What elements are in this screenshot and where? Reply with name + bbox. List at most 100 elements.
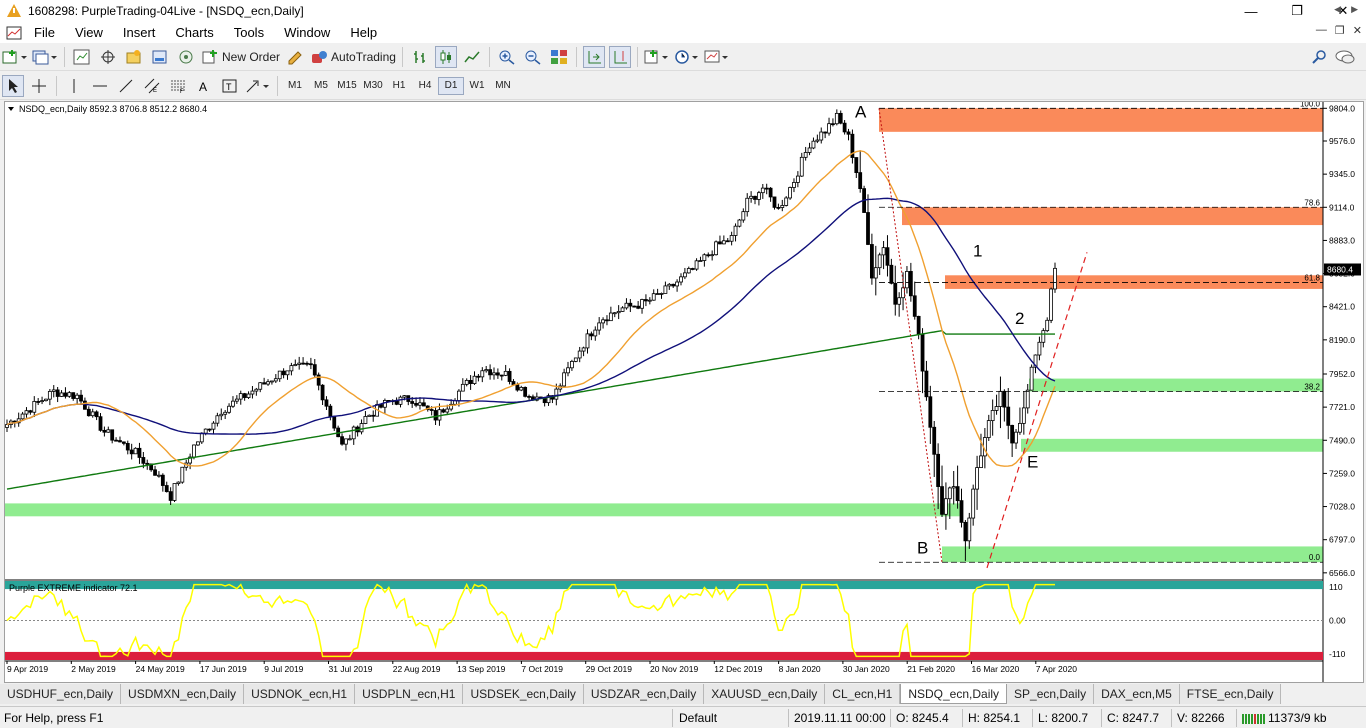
candle — [1025, 389, 1030, 409]
candle — [901, 287, 905, 299]
candle — [792, 182, 796, 188]
tester-icon[interactable] — [175, 46, 197, 68]
candle — [254, 388, 259, 392]
maximize-button[interactable]: ❐ — [1274, 0, 1320, 22]
candle — [234, 398, 239, 402]
chart-tab[interactable]: DAX_ecn,M5 — [1094, 684, 1180, 704]
mdi-minimize-button[interactable]: — — [1316, 24, 1327, 37]
line-chart-icon[interactable] — [461, 46, 483, 68]
chart-tab[interactable]: CL_ecn,H1 — [825, 684, 901, 704]
candle — [916, 315, 921, 335]
templates-button[interactable] — [704, 46, 730, 68]
arrows-button[interactable] — [245, 75, 271, 97]
wave-label-1: 1 — [973, 242, 982, 261]
search-icon[interactable] — [1308, 46, 1330, 68]
fib-trendline — [878, 108, 943, 563]
tab-scroll-left-icon[interactable]: ◀ — [1334, 4, 1341, 15]
minimize-button[interactable]: — — [1228, 0, 1274, 22]
chart-tab[interactable]: NSDQ_ecn,Daily — [900, 684, 1008, 704]
text-label-icon[interactable]: T — [219, 75, 241, 97]
periods-button[interactable] — [674, 46, 700, 68]
timeframe-w1[interactable]: W1 — [464, 77, 490, 95]
candle — [172, 483, 177, 501]
wave-label-e: E — [1027, 453, 1038, 472]
chart-tab[interactable]: USDNOK_ecn,H1 — [244, 684, 356, 704]
menu-window[interactable]: Window — [274, 25, 340, 40]
terminal-icon[interactable] — [149, 46, 171, 68]
equidistant-channel-icon[interactable]: E — [141, 75, 163, 97]
chat-icon[interactable] — [1334, 46, 1356, 68]
chart-tab[interactable]: SP_ecn,Daily — [1007, 684, 1095, 704]
timeframe-m1[interactable]: M1 — [282, 77, 308, 95]
candle — [507, 370, 512, 382]
metaeditor-icon[interactable] — [284, 46, 306, 68]
navigator-icon[interactable] — [123, 46, 145, 68]
indicators-button[interactable] — [644, 46, 670, 68]
price-chart[interactable]: 100.0 78.6 61.8 38.2 0.0 A B 1 2 E NSDQ_ecn,Daily … — [5, 102, 1363, 682]
chart-window[interactable]: 100.0 78.6 61.8 38.2 0.0 A B 1 2 E NSDQ_ecn,Daily … — [4, 101, 1364, 683]
candle — [768, 187, 773, 198]
bar-chart-icon[interactable] — [409, 46, 431, 68]
tab-scroll-right-icon[interactable]: ▶ — [1351, 4, 1358, 15]
new-chart-button[interactable] — [2, 46, 28, 68]
price-zone-support — [1021, 438, 1323, 452]
candle — [207, 428, 212, 431]
new-order-button[interactable]: New Order — [201, 46, 280, 68]
candle — [776, 206, 781, 209]
chart-tab[interactable]: XAUUSD_ecn,Daily — [704, 684, 826, 704]
vertical-line-icon[interactable] — [63, 75, 85, 97]
timeframe-h1[interactable]: H1 — [386, 77, 412, 95]
menu-file[interactable]: File — [24, 25, 65, 40]
fibonacci-icon[interactable]: F — [167, 75, 189, 97]
menu-help[interactable]: Help — [340, 25, 387, 40]
timeframe-d1[interactable]: D1 — [438, 76, 464, 95]
text-icon[interactable]: A — [193, 75, 215, 97]
candle — [803, 152, 808, 158]
chart-tab[interactable]: USDSEK_ecn,Daily — [463, 684, 584, 704]
profiles-button[interactable] — [32, 46, 58, 68]
zoom-out-icon[interactable] — [522, 46, 544, 68]
market-watch-icon[interactable] — [71, 46, 93, 68]
date-tick-label: 16 Mar 2020 — [972, 664, 1020, 674]
tile-windows-icon[interactable] — [548, 46, 570, 68]
price-zone-resistance — [879, 108, 1323, 132]
candle — [725, 240, 730, 243]
cursor-icon[interactable] — [2, 74, 24, 97]
candle — [1018, 422, 1022, 433]
chart-tab[interactable]: USDHUF_ecn,Daily — [0, 684, 122, 704]
chart-shift-icon[interactable] — [608, 45, 631, 68]
auto-scroll-icon[interactable] — [582, 45, 605, 68]
crosshair-icon[interactable] — [28, 75, 50, 97]
candle — [1053, 267, 1057, 290]
auto-trading-button[interactable]: AutoTrading — [310, 46, 396, 68]
menu-charts[interactable]: Charts — [165, 25, 223, 40]
chart-window-icon[interactable] — [6, 26, 22, 40]
timeframe-mn[interactable]: MN — [490, 77, 516, 95]
price-tick-label: 6797.0 — [1329, 535, 1355, 545]
zoom-in-icon[interactable] — [496, 46, 518, 68]
menu-view[interactable]: View — [65, 25, 113, 40]
menu-insert[interactable]: Insert — [113, 25, 166, 40]
candle-chart-icon[interactable] — [434, 45, 457, 68]
header-collapse-icon — [8, 107, 14, 111]
mdi-close-button[interactable]: ✕ — [1353, 24, 1362, 37]
status-close: C: 8247.7 — [1107, 711, 1160, 725]
chart-tab[interactable]: USDMXN_ecn,Daily — [121, 684, 245, 704]
timeframe-h4[interactable]: H4 — [412, 77, 438, 95]
candle — [320, 384, 325, 401]
candle — [114, 439, 118, 442]
timeframe-m30[interactable]: M30 — [360, 77, 386, 95]
timeframe-m5[interactable]: M5 — [308, 77, 334, 95]
chart-tab[interactable]: USDPLN_ecn,H1 — [355, 684, 464, 704]
mdi-restore-button[interactable]: ❐ — [1335, 24, 1345, 37]
candle — [47, 391, 52, 400]
candle — [246, 393, 251, 398]
data-window-icon[interactable] — [97, 46, 119, 68]
timeframe-m15[interactable]: M15 — [334, 77, 360, 95]
trendline-icon[interactable] — [115, 75, 137, 97]
status-help: For Help, press F1 — [4, 711, 104, 725]
menu-tools[interactable]: Tools — [224, 25, 274, 40]
chart-tab[interactable]: USDZAR_ecn,Daily — [583, 684, 705, 704]
chart-tab[interactable]: FTSE_ecn,Daily — [1179, 684, 1282, 704]
horizontal-line-icon[interactable] — [89, 75, 111, 97]
